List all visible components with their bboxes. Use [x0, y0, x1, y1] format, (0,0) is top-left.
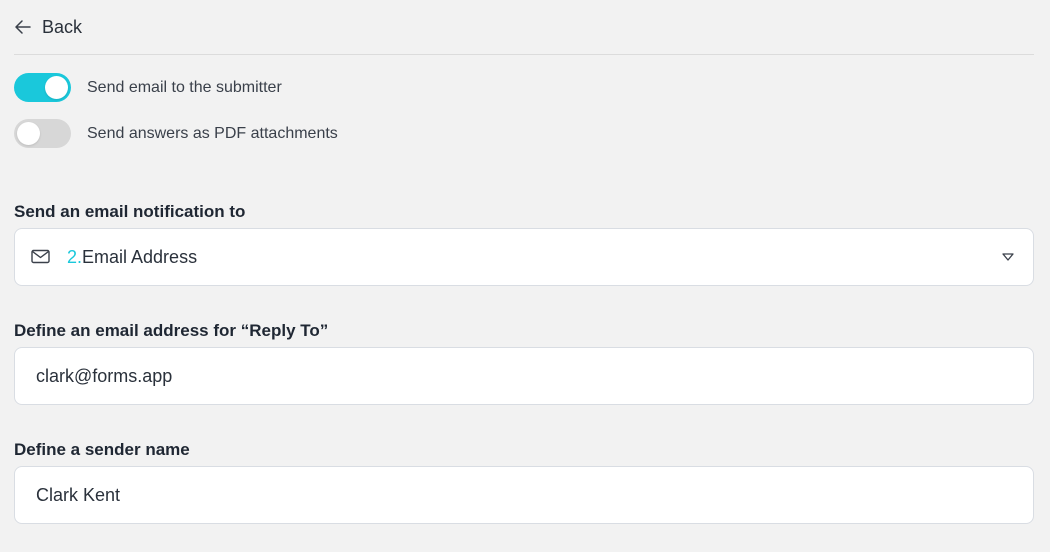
- mail-icon: [31, 247, 51, 267]
- selected-field-number: 2.: [67, 246, 83, 267]
- email-settings-panel: Back Send email to the submitter Send an…: [0, 0, 1050, 552]
- sender-name-input[interactable]: [15, 467, 1033, 523]
- reply-to-field: [14, 347, 1034, 405]
- reply-to-field-label: Define an email address for “Reply To”: [14, 321, 329, 340]
- send-to-submitter-label: Send email to the submitter: [87, 78, 282, 96]
- send-to-submitter-toggle[interactable]: [14, 73, 71, 102]
- sender-name-field: [14, 466, 1034, 524]
- arrow-left-icon: [14, 18, 32, 36]
- pdf-attachments-toggle[interactable]: [14, 119, 71, 148]
- reply-to-input[interactable]: [15, 348, 1033, 404]
- sender-name-field-label: Define a sender name: [14, 440, 190, 459]
- back-button[interactable]: Back: [14, 12, 82, 42]
- toggle-knob: [45, 76, 68, 99]
- notification-recipient-select[interactable]: 2. Email Address: [14, 228, 1034, 286]
- selected-field-name: Email Address: [82, 246, 198, 267]
- pdf-attachments-label: Send answers as PDF attachments: [87, 124, 338, 142]
- toggle-row-send-to-submitter: Send email to the submitter: [14, 73, 282, 102]
- notification-field-label: Send an email notification to: [14, 202, 246, 221]
- header-divider: [14, 54, 1034, 55]
- back-label: Back: [42, 16, 83, 37]
- toggle-row-pdf-attachments: Send answers as PDF attachments: [14, 119, 338, 148]
- chevron-down-icon[interactable]: [1001, 250, 1015, 264]
- toggle-knob: [17, 122, 40, 145]
